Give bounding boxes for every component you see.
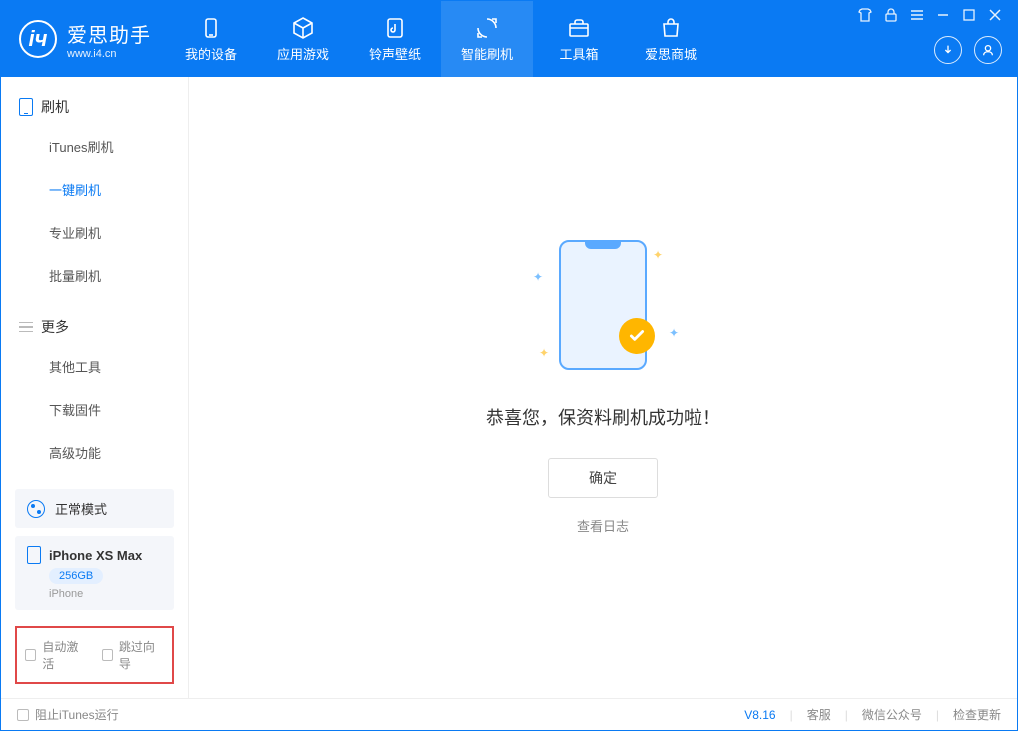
nav-label: 我的设备 [185, 44, 237, 63]
cube-icon [291, 16, 315, 40]
device-card[interactable]: iPhone XS Max 256GB iPhone [15, 536, 174, 610]
checkbox-label: 阻止iTunes运行 [35, 706, 119, 723]
user-icon [981, 43, 995, 57]
app-logo: iч 爱思助手 www.i4.cn [1, 1, 165, 77]
nav-label: 工具箱 [559, 44, 598, 63]
status-bar: 阻止iTunes运行 V8.16 | 客服 | 微信公众号 | 检查更新 [1, 698, 1017, 730]
device-mode[interactable]: 正常模式 [15, 489, 174, 528]
checkbox-skip-guide[interactable]: 跳过向导 [102, 638, 165, 672]
device-storage-badge: 256GB [49, 568, 103, 584]
flash-options-highlight: 自动激活 跳过向导 [15, 626, 174, 684]
device-type: iPhone [49, 588, 162, 600]
nav-my-device[interactable]: 我的设备 [165, 1, 257, 77]
sidebar-item-advanced[interactable]: 高级功能 [1, 431, 188, 474]
sidebar-item-pro-flash[interactable]: 专业刷机 [1, 211, 188, 254]
mode-icon [27, 500, 45, 518]
app-subtitle: www.i4.cn [67, 48, 151, 60]
sidebar-section-more: 更多 [1, 309, 188, 345]
phone-shape-icon [559, 240, 647, 370]
menu-icon[interactable] [909, 7, 925, 23]
checkbox-icon [17, 709, 29, 721]
device-name: iPhone XS Max [49, 548, 142, 563]
phone-icon [19, 98, 33, 116]
nav-label: 应用游戏 [277, 44, 329, 63]
user-button[interactable] [974, 36, 1002, 64]
maximize-icon[interactable] [961, 7, 977, 23]
view-log-link[interactable]: 查看日志 [577, 516, 629, 535]
lock-icon[interactable] [883, 7, 899, 23]
section-title: 更多 [41, 317, 69, 337]
sidebar-section-flash: 刷机 [1, 89, 188, 125]
minimize-icon[interactable] [935, 7, 951, 23]
checkbox-icon [102, 649, 113, 661]
bag-icon [659, 16, 683, 40]
checkbox-label: 跳过向导 [119, 638, 164, 672]
success-illustration: ✦ ✦ ✦ ✦ [533, 240, 673, 380]
sidebar-item-other-tools[interactable]: 其他工具 [1, 345, 188, 388]
nav-label: 爱思商城 [645, 44, 697, 63]
nav-store[interactable]: 爱思商城 [625, 1, 717, 77]
sidebar-item-itunes-flash[interactable]: iTunes刷机 [1, 125, 188, 168]
nav-app-games[interactable]: 应用游戏 [257, 1, 349, 77]
list-icon [19, 322, 33, 332]
music-file-icon [383, 16, 407, 40]
checkbox-auto-activate[interactable]: 自动激活 [25, 638, 88, 672]
close-icon[interactable] [987, 7, 1003, 23]
toolbox-icon [567, 16, 591, 40]
checkbox-label: 自动激活 [42, 638, 87, 672]
nav-ringtone-wallpaper[interactable]: 铃声壁纸 [349, 1, 441, 77]
download-icon [941, 43, 955, 57]
section-title: 刷机 [41, 97, 69, 117]
success-message: 恭喜您，保资料刷机成功啦！ [486, 404, 720, 430]
nav-toolbox[interactable]: 工具箱 [533, 1, 625, 77]
checkbox-block-itunes[interactable]: 阻止iTunes运行 [17, 706, 119, 723]
support-link[interactable]: 客服 [807, 706, 831, 723]
wechat-link[interactable]: 微信公众号 [862, 706, 922, 723]
mode-label: 正常模式 [55, 499, 107, 518]
logo-icon: iч [19, 20, 57, 58]
download-button[interactable] [934, 36, 962, 64]
nav-label: 智能刷机 [461, 44, 513, 63]
confirm-button[interactable]: 确定 [548, 458, 658, 498]
check-update-link[interactable]: 检查更新 [953, 706, 1001, 723]
sidebar: 刷机 iTunes刷机 一键刷机 专业刷机 批量刷机 更多 其他工具 下载固件 … [1, 77, 189, 698]
nav-smart-flash[interactable]: 智能刷机 [441, 1, 533, 77]
app-title: 爱思助手 [67, 19, 151, 48]
main-nav: 我的设备 应用游戏 铃声壁纸 智能刷机 工具箱 爱思商城 [165, 1, 717, 77]
checkbox-icon [25, 649, 36, 661]
refresh-icon [475, 16, 499, 40]
nav-label: 铃声壁纸 [369, 44, 421, 63]
sidebar-item-download-firmware[interactable]: 下载固件 [1, 388, 188, 431]
sidebar-item-one-click-flash[interactable]: 一键刷机 [1, 168, 188, 211]
tshirt-icon[interactable] [857, 7, 873, 23]
version-label: V8.16 [744, 708, 775, 722]
device-icon [27, 546, 41, 564]
device-icon [199, 16, 223, 40]
checkmark-badge-icon [619, 318, 655, 354]
sidebar-item-batch-flash[interactable]: 批量刷机 [1, 254, 188, 297]
main-content: ✦ ✦ ✦ ✦ 恭喜您，保资料刷机成功啦！ 确定 查看日志 [189, 77, 1017, 698]
